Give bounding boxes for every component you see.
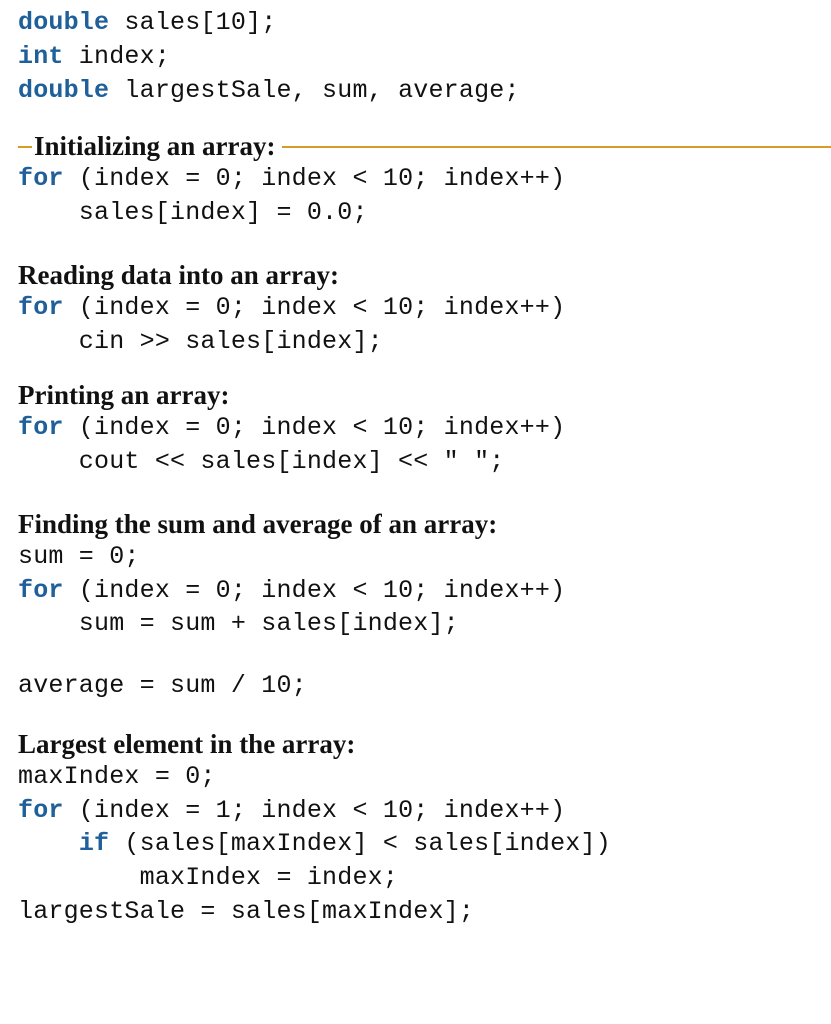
keyword-for: for [18, 413, 64, 442]
section-printing: Printing an array: for (index = 0; index… [18, 380, 831, 479]
code-text: (sales[maxIndex] < sales[index]) [109, 829, 611, 858]
print-code: for (index = 0; index < 10; index++) cou… [18, 411, 831, 479]
keyword-double: double [18, 76, 109, 105]
code-text [18, 829, 79, 858]
keyword-for: for [18, 293, 64, 322]
code-text: maxIndex = index; [18, 863, 398, 892]
code-text: (index = 0; index < 10; index++) [64, 576, 566, 605]
code-text: average = sum / 10; [18, 671, 307, 700]
divider-right [282, 146, 831, 148]
largest-code: maxIndex = 0; for (index = 1; index < 10… [18, 760, 831, 929]
keyword-if: if [79, 829, 109, 858]
init-code: for (index = 0; index < 10; index++) sal… [18, 162, 831, 230]
code-text: index; [64, 42, 170, 71]
code-text: cin >> sales[index]; [18, 327, 383, 356]
code-text: sum = sum + sales[index]; [18, 609, 459, 638]
section-reading: Reading data into an array: for (index =… [18, 260, 831, 359]
sum-code: sum = 0; for (index = 0; index < 10; ind… [18, 540, 831, 641]
code-text: sales[index] = 0.0; [18, 198, 368, 227]
code-text: (index = 0; index < 10; index++) [64, 413, 566, 442]
heading-sum-average: Finding the sum and average of an array: [18, 509, 831, 540]
heading-printing: Printing an array: [18, 380, 831, 411]
code-text: maxIndex = 0; [18, 762, 216, 791]
code-text: sales[10]; [109, 8, 276, 37]
section-largest: Largest element in the array: maxIndex =… [18, 729, 831, 929]
keyword-for: for [18, 796, 64, 825]
divider-left [18, 146, 32, 148]
declarations-code: double sales[10]; int index; double larg… [18, 6, 831, 107]
code-text: (index = 1; index < 10; index++) [64, 796, 566, 825]
code-text: largestSale, sum, average; [109, 76, 519, 105]
section-divider-row: Initializing an array: [18, 131, 831, 162]
keyword-for: for [18, 164, 64, 193]
heading-initializing: Initializing an array: [32, 131, 282, 162]
heading-reading: Reading data into an array: [18, 260, 831, 291]
code-text: sum = 0; [18, 542, 140, 571]
code-text: (index = 0; index < 10; index++) [64, 164, 566, 193]
keyword-for: for [18, 576, 64, 605]
code-text: cout << sales[index] << " "; [18, 447, 504, 476]
read-code: for (index = 0; index < 10; index++) cin… [18, 291, 831, 359]
keyword-int: int [18, 42, 64, 71]
section-sum-average: Finding the sum and average of an array:… [18, 509, 831, 703]
code-text: (index = 0; index < 10; index++) [64, 293, 566, 322]
average-code: average = sum / 10; [18, 669, 831, 703]
keyword-double: double [18, 8, 109, 37]
code-text: largestSale = sales[maxIndex]; [18, 897, 474, 926]
heading-largest: Largest element in the array: [18, 729, 831, 760]
